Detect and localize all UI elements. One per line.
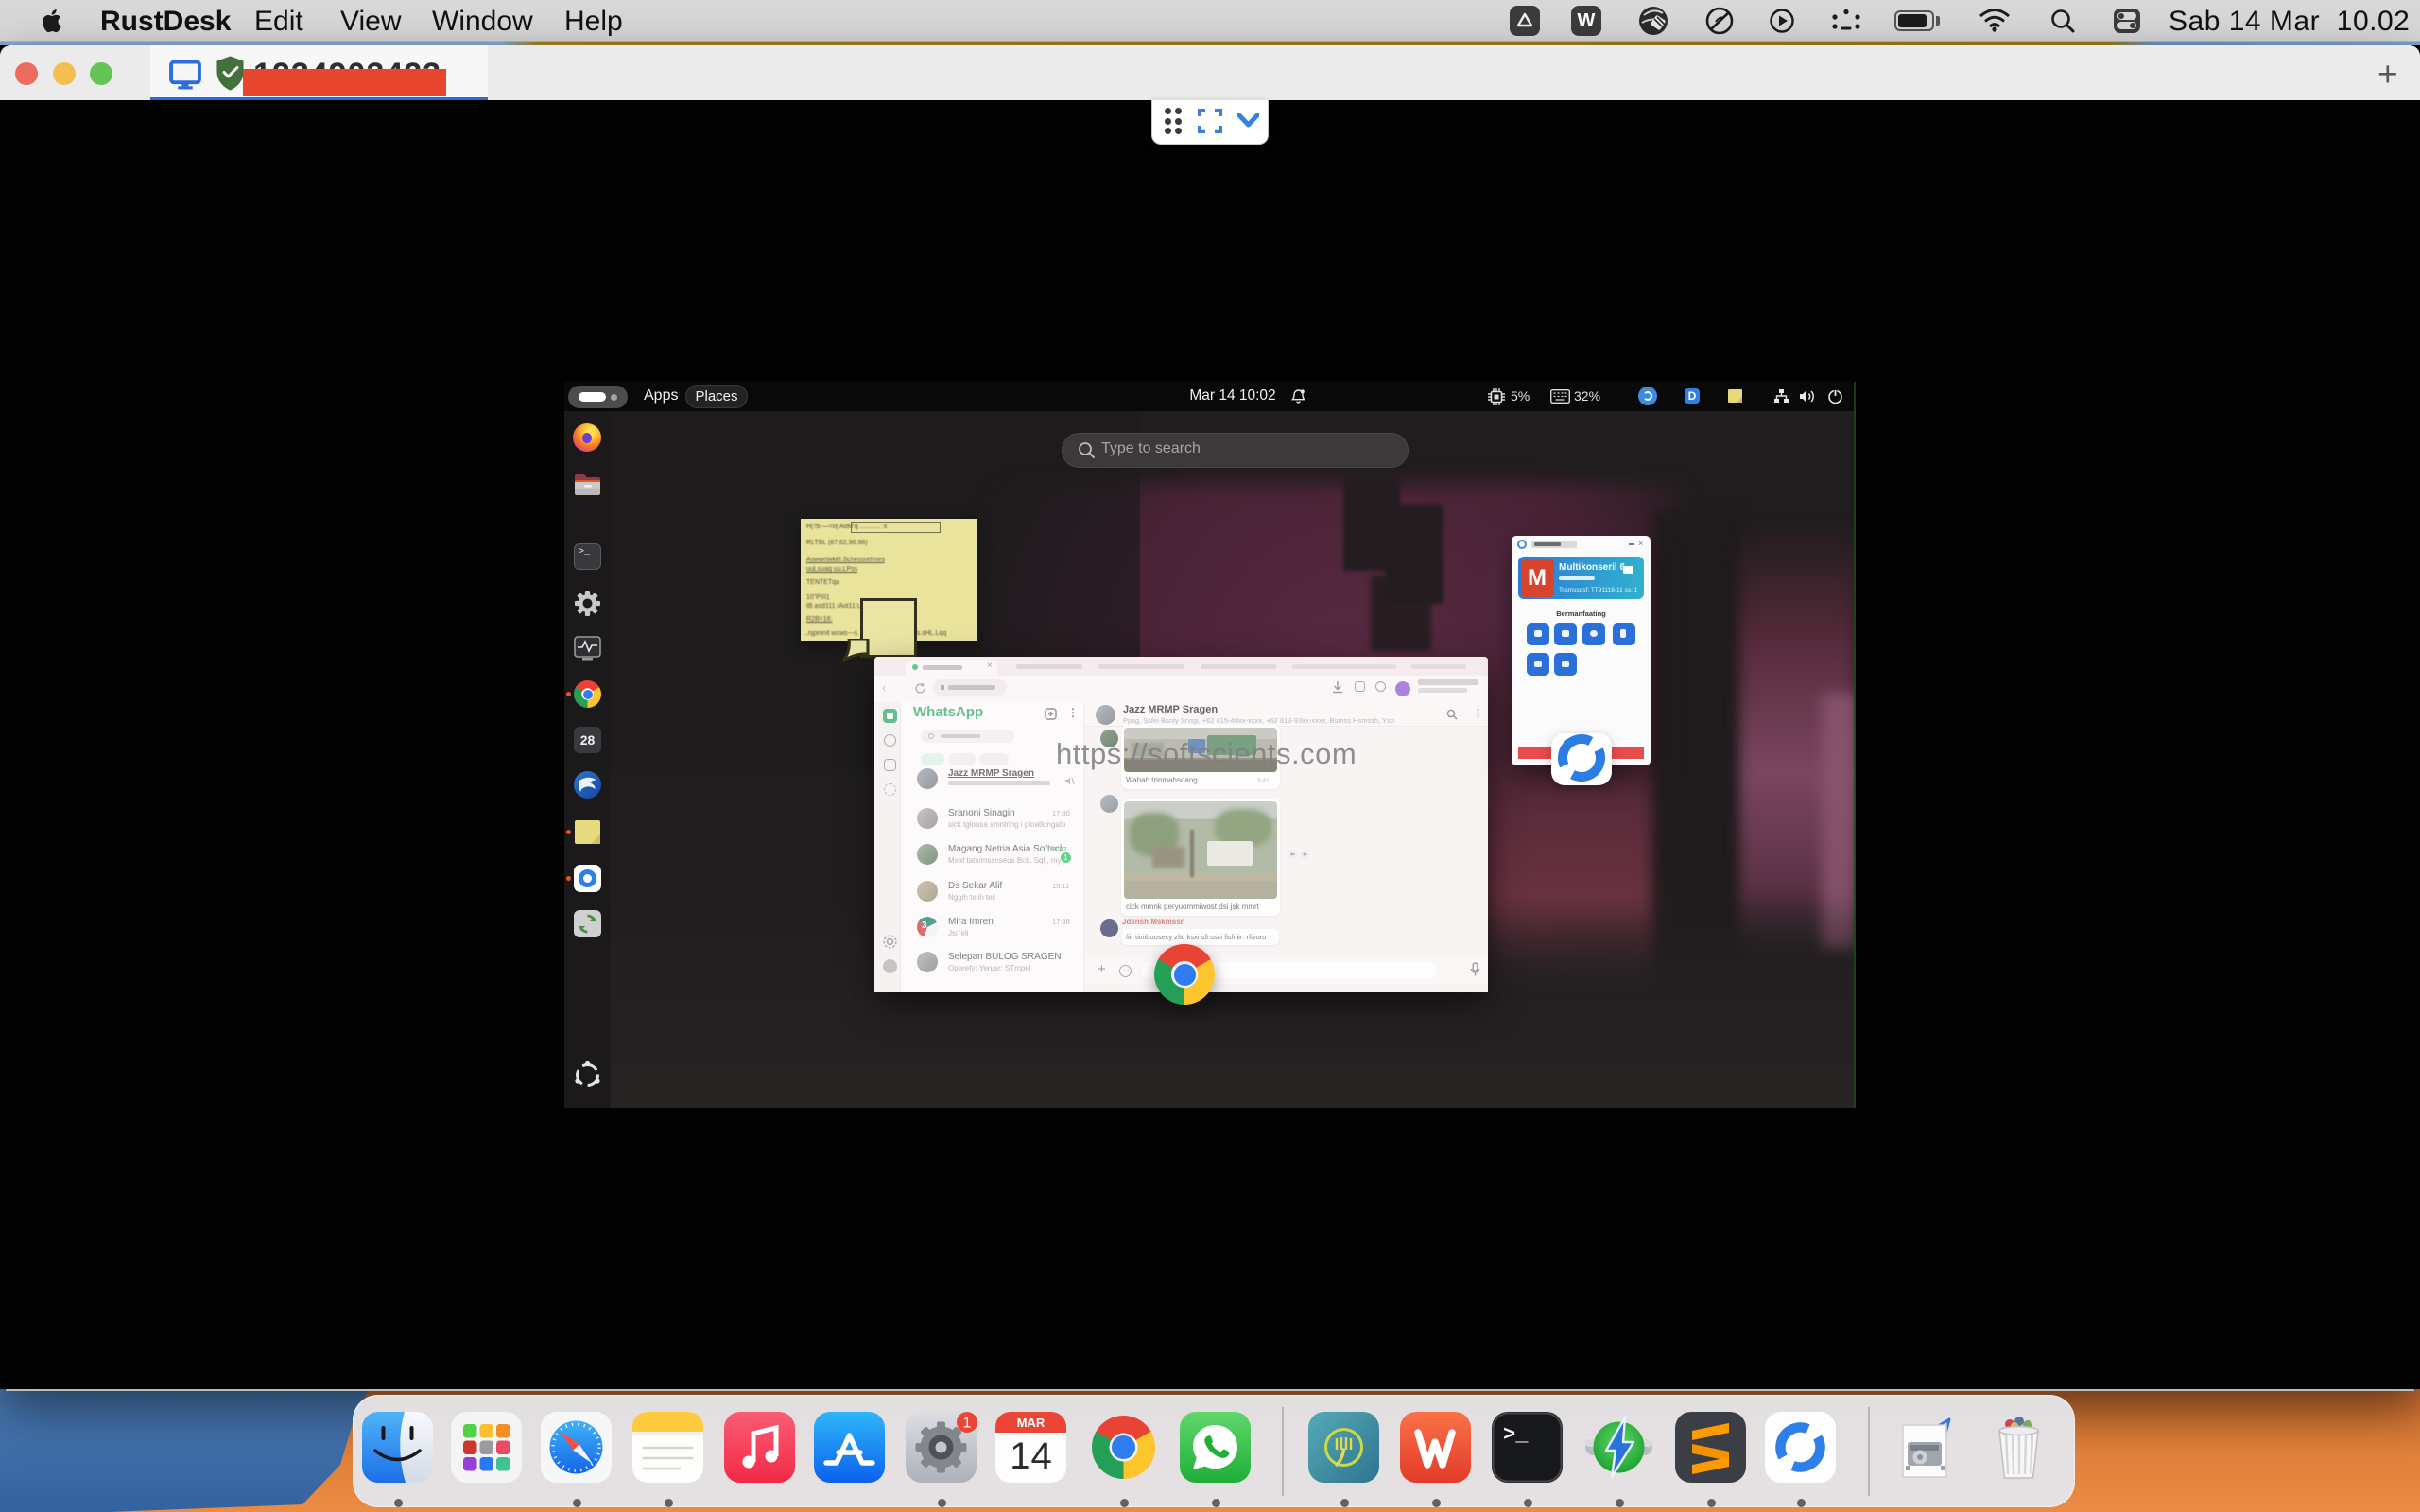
svg-text:1: 1	[963, 1416, 972, 1432]
svg-text:MAR: MAR	[1017, 1416, 1046, 1430]
svg-text:14: 14	[1010, 1435, 1052, 1477]
svg-text:>_: >_	[1503, 1423, 1529, 1447]
